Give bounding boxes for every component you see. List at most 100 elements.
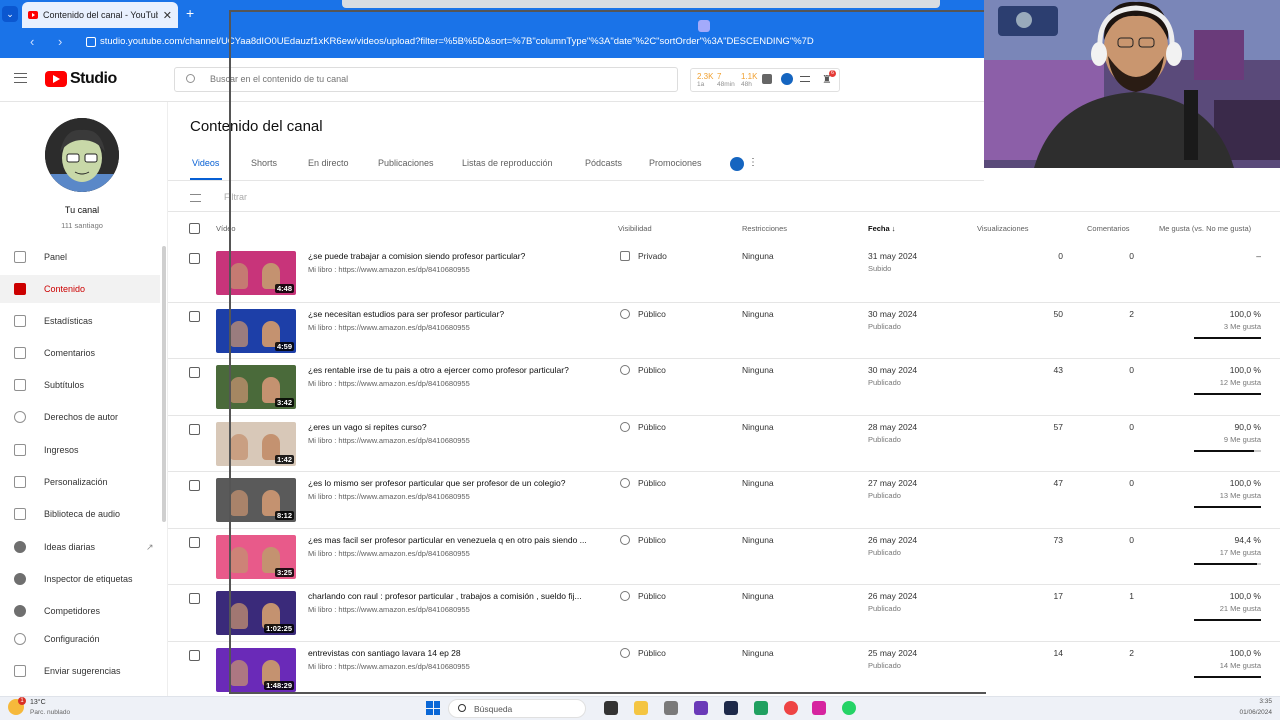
table-row[interactable]: 3:25 ¿es mas facil ser profesor particula… xyxy=(168,527,1280,584)
sidebar-item-competidores[interactable]: Competidores xyxy=(0,597,160,625)
table-row[interactable]: 1:02:25 charlando con raul : profesor par… xyxy=(168,584,1280,640)
sidebar-item-ingresos[interactable]: Ingresos xyxy=(0,436,160,464)
video-title[interactable]: charlando con raul : profesor particular… xyxy=(308,591,598,601)
clock-time[interactable]: 3:35 xyxy=(1226,698,1272,705)
sidebar-item-inspector-etiquetas[interactable]: Inspector de etiquetas xyxy=(0,565,160,593)
column-restrictions[interactable]: Restricciones xyxy=(742,224,787,233)
column-comments[interactable]: Comentarios xyxy=(1087,224,1130,233)
browser-tab[interactable]: Contenido del canal - YouTube ✕ xyxy=(22,2,178,28)
tab-list-button[interactable]: ⌄ xyxy=(2,6,18,22)
visibility-value[interactable]: Público xyxy=(638,478,666,488)
video-thumbnail[interactable]: 4:48 xyxy=(216,251,296,295)
video-thumbnail[interactable]: 1:48:29 xyxy=(216,647,296,692)
video-thumbnail[interactable]: 4:59 xyxy=(216,308,296,353)
sidebar-item-contenido[interactable]: Contenido xyxy=(0,275,160,303)
menu-icon[interactable] xyxy=(14,73,27,83)
sidebar-item-enviar-sugerencias[interactable]: Enviar sugerencias xyxy=(0,657,160,685)
column-likes[interactable]: Me gusta (vs. No me gusta) xyxy=(1159,224,1251,233)
column-views[interactable]: Visualizaciones xyxy=(977,224,1029,233)
row-checkbox[interactable] xyxy=(189,649,200,661)
sidebar-item-comentarios[interactable]: Comentarios xyxy=(0,339,160,367)
vidiq-icon[interactable] xyxy=(781,73,793,85)
search-input[interactable] xyxy=(210,69,670,89)
taskbar-search[interactable] xyxy=(448,699,586,718)
visibility-value[interactable]: Público xyxy=(638,365,666,375)
instagram-icon[interactable] xyxy=(812,701,826,715)
visibility-value[interactable]: Público xyxy=(638,591,666,601)
visibility-value[interactable]: Público xyxy=(638,309,666,319)
visibility-value[interactable]: Público xyxy=(638,648,666,658)
whatsapp-icon[interactable] xyxy=(842,701,856,715)
video-thumbnail[interactable]: 3:25 xyxy=(216,534,296,579)
table-row[interactable]: 1:48:29 entrevistas con santiago lavara 1… xyxy=(168,640,1280,697)
video-thumbnail[interactable]: 1:02:25 xyxy=(216,591,296,635)
sidebar-item-subtitulos[interactable]: Subtítulos xyxy=(0,371,160,399)
visibility-value[interactable]: Público xyxy=(638,422,666,432)
table-row[interactable]: 4:59 ¿se necesitan estudios para ser prof… xyxy=(168,301,1280,358)
tab-podcasts[interactable]: Pódcasts xyxy=(585,158,622,168)
visibility-value[interactable]: Privado xyxy=(638,251,667,261)
site-settings-icon[interactable] xyxy=(86,37,96,47)
sidebar-item-ideas-diarias[interactable]: Ideas diarias ↗ xyxy=(0,533,160,561)
sidebar-item-configuracion[interactable]: Configuración xyxy=(0,625,160,653)
tab-shorts[interactable]: Shorts xyxy=(251,158,277,168)
select-all-checkbox[interactable] xyxy=(189,223,200,234)
clock-date[interactable]: 01/06/2024 xyxy=(1210,709,1272,716)
video-title[interactable]: ¿es lo mismo ser profesor particular que… xyxy=(308,478,598,488)
video-title[interactable]: ¿es rentable irse de tu pais a otro a ej… xyxy=(308,365,598,375)
video-thumbnail[interactable]: 3:42 xyxy=(216,365,296,409)
app-icon[interactable] xyxy=(694,701,708,715)
column-visibility[interactable]: Visibilidad xyxy=(618,224,652,233)
video-title[interactable]: ¿se puede trabajar a comision siendo pro… xyxy=(308,251,598,261)
chrome-icon[interactable] xyxy=(784,701,798,715)
video-title[interactable]: ¿se necesitan estudios para ser profesor… xyxy=(308,309,598,319)
table-row[interactable]: 1:42 ¿eres un vago si repites curso? Mi li… xyxy=(168,414,1280,471)
row-checkbox[interactable] xyxy=(189,310,200,322)
tab-listas[interactable]: Listas de reproducción xyxy=(462,158,553,168)
app-icon[interactable] xyxy=(664,701,678,715)
file-explorer-icon[interactable] xyxy=(634,701,648,715)
vidiq-tab-icon[interactable] xyxy=(730,157,744,171)
recording-toolbar[interactable] xyxy=(342,0,940,8)
more-options-icon[interactable]: ⋮ xyxy=(748,157,758,168)
filter-input[interactable]: Filtrar xyxy=(224,192,247,202)
table-row[interactable]: 4:48 ¿se puede trabajar a comision siendo… xyxy=(168,245,1280,301)
table-row[interactable]: 3:42 ¿es rentable irse de tu pais a otro … xyxy=(168,358,1280,414)
table-row[interactable]: 8:12 ¿es lo mismo ser profesor particular… xyxy=(168,471,1280,527)
new-tab-button[interactable]: + xyxy=(186,5,194,21)
youtube-logo-icon[interactable] xyxy=(45,71,67,87)
filter-icon[interactable] xyxy=(190,194,201,202)
video-thumbnail[interactable]: 8:12 xyxy=(216,478,296,522)
sidebar-item-estadisticas[interactable]: Estadísticas xyxy=(0,307,160,335)
task-view-icon[interactable] xyxy=(604,701,618,715)
column-date[interactable]: Fecha ↓ xyxy=(868,224,896,233)
row-checkbox[interactable] xyxy=(189,253,200,264)
app-icon[interactable] xyxy=(754,701,768,715)
tab-promociones[interactable]: Promociones xyxy=(649,158,702,168)
tab-en-directo[interactable]: En directo xyxy=(308,158,349,168)
studio-brand[interactable]: Studio xyxy=(70,70,117,88)
video-title[interactable]: ¿eres un vago si repites curso? xyxy=(308,422,598,432)
video-thumbnail[interactable]: 1:42 xyxy=(216,421,296,466)
sidebar-item-personalizacion[interactable]: Personalización xyxy=(0,468,160,496)
video-title[interactable]: ¿es mas facil ser profesor particular en… xyxy=(308,535,598,545)
sidebar-item-biblioteca-audio[interactable]: Biblioteca de audio xyxy=(0,500,160,528)
row-checkbox[interactable] xyxy=(189,536,200,548)
row-checkbox[interactable] xyxy=(189,593,200,604)
close-tab-icon[interactable]: ✕ xyxy=(163,9,172,22)
list-icon[interactable] xyxy=(800,76,810,82)
row-checkbox[interactable] xyxy=(189,367,200,378)
visibility-value[interactable]: Público xyxy=(638,535,666,545)
sidebar-item-derechos[interactable]: Derechos de autor xyxy=(0,403,160,431)
video-title[interactable]: entrevistas con santiago lavara 14 ep 28 xyxy=(308,648,598,658)
row-checkbox[interactable] xyxy=(189,423,200,435)
extension-icon[interactable] xyxy=(762,74,772,84)
app-icon[interactable] xyxy=(724,701,738,715)
channel-avatar[interactable] xyxy=(45,118,119,192)
url-text[interactable]: studio.youtube.com/channel/UCYaa8dIO0UEd… xyxy=(100,36,814,47)
tab-videos[interactable]: Videos xyxy=(192,158,219,168)
sidebar-scrollbar[interactable] xyxy=(162,246,166,522)
nav-arrows-icon[interactable]: ‹ › xyxy=(30,34,72,49)
windows-start-icon[interactable] xyxy=(426,701,440,715)
tab-publicaciones[interactable]: Publicaciones xyxy=(378,158,434,168)
